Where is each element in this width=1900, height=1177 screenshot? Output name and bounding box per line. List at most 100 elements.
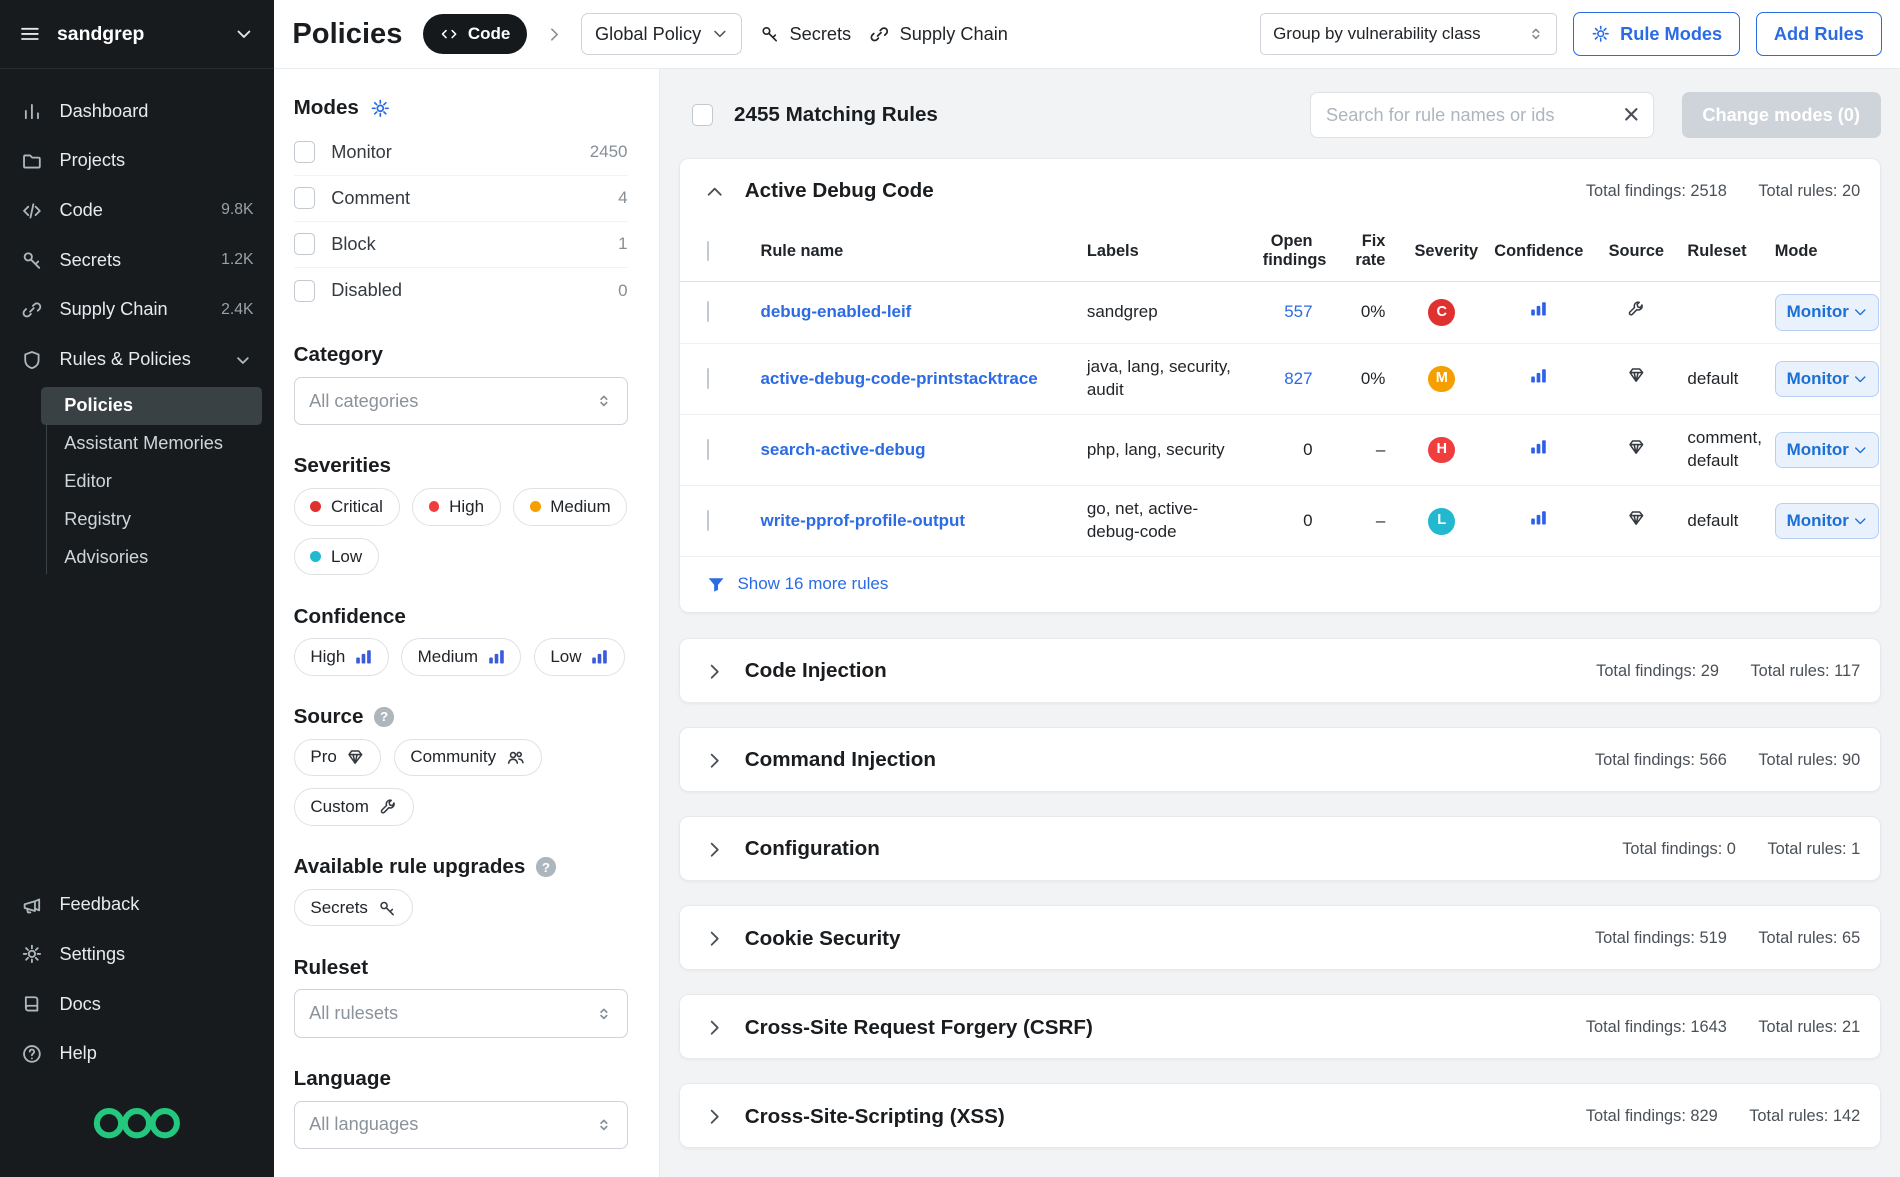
group-header[interactable]: Cookie Security Total findings: 519 Tota… bbox=[680, 906, 1879, 969]
group-header[interactable]: Cross-Site Request Forgery (CSRF) Total … bbox=[680, 995, 1879, 1058]
source-chip-pro[interactable]: Pro bbox=[294, 739, 382, 777]
severity-chip-high[interactable]: High bbox=[412, 488, 501, 526]
chip-label: Custom bbox=[310, 797, 368, 817]
chevron-up-icon[interactable] bbox=[705, 182, 724, 201]
clear-search-icon[interactable] bbox=[1621, 104, 1642, 125]
policy-select[interactable]: Global Policy bbox=[581, 13, 743, 54]
gear-icon[interactable] bbox=[370, 98, 391, 119]
mode-dropdown[interactable]: Monitor bbox=[1775, 294, 1879, 330]
rule-name-link[interactable]: debug-enabled-leif bbox=[761, 302, 912, 321]
mode-dropdown[interactable]: Monitor bbox=[1775, 503, 1879, 539]
chip-label: Medium bbox=[550, 497, 610, 517]
hamburger-menu-icon[interactable] bbox=[19, 23, 41, 45]
sidebar-item-docs[interactable]: Docs bbox=[0, 979, 274, 1029]
rule-name-link[interactable]: write-pprof-profile-output bbox=[761, 511, 966, 530]
source-chip-custom[interactable]: Custom bbox=[294, 788, 414, 826]
chevron-right-icon[interactable] bbox=[705, 662, 724, 681]
modes-title: Modes bbox=[294, 96, 359, 120]
confidence-chip-low[interactable]: Low bbox=[534, 638, 625, 676]
group-header[interactable]: Cross-Site-Scripting (XSS) Total finding… bbox=[680, 1084, 1879, 1147]
source-help-icon[interactable]: ? bbox=[374, 707, 393, 726]
group-header[interactable]: Active Debug Code Total findings: 2518 T… bbox=[680, 159, 1879, 222]
chevron-right-icon[interactable] bbox=[705, 840, 724, 859]
disabled-checkbox[interactable] bbox=[294, 280, 316, 302]
mode-label: Comment bbox=[331, 188, 410, 209]
link-icon bbox=[869, 24, 890, 45]
source-chip-community[interactable]: Community bbox=[394, 739, 542, 777]
select-all-rules-checkbox[interactable] bbox=[692, 104, 714, 126]
org-switcher[interactable]: sandgrep bbox=[0, 0, 274, 69]
select-group-checkbox[interactable] bbox=[707, 241, 709, 261]
row-checkbox[interactable] bbox=[707, 439, 709, 460]
sidebar-item-editor[interactable]: Editor bbox=[41, 463, 262, 501]
change-modes-button[interactable]: Change modes (0) bbox=[1682, 92, 1881, 138]
sidebar-item-label: Settings bbox=[59, 944, 125, 965]
ruleset: comment, default bbox=[1675, 415, 1762, 486]
sidebar-item-feedback[interactable]: Feedback bbox=[0, 880, 274, 930]
group-header[interactable]: Code Injection Total findings: 29 Total … bbox=[680, 639, 1879, 702]
rule-search-input[interactable] bbox=[1310, 92, 1653, 138]
row-checkbox[interactable] bbox=[707, 368, 709, 389]
upgrade-chip-secrets[interactable]: Secrets bbox=[294, 889, 413, 927]
add-rules-button[interactable]: Add Rules bbox=[1756, 12, 1882, 56]
upgrades-help-icon[interactable]: ? bbox=[536, 857, 555, 876]
severity-chip-critical[interactable]: Critical bbox=[294, 488, 400, 526]
sidebar-item-label: Projects bbox=[59, 150, 125, 171]
comment-checkbox[interactable] bbox=[294, 187, 316, 209]
sidebar-item-code[interactable]: Code 9.8K bbox=[0, 186, 274, 236]
sidebar-item-dashboard[interactable]: Dashboard bbox=[0, 86, 274, 136]
row-checkbox[interactable] bbox=[707, 301, 709, 322]
supply-chain-scope-link[interactable]: Supply Chain bbox=[869, 24, 1008, 45]
chevron-down-icon bbox=[1853, 305, 1868, 320]
monitor-checkbox[interactable] bbox=[294, 141, 316, 163]
chevron-right-icon[interactable] bbox=[705, 929, 724, 948]
group-header[interactable]: Command Injection Total findings: 566 To… bbox=[680, 728, 1879, 791]
language-select[interactable]: All languages bbox=[294, 1101, 628, 1150]
confidence-chip-high[interactable]: High bbox=[294, 638, 389, 676]
show-more-rules-link[interactable]: Show 16 more rules bbox=[680, 557, 1879, 612]
chevron-right-icon[interactable] bbox=[705, 1018, 724, 1037]
mode-dropdown[interactable]: Monitor bbox=[1775, 432, 1879, 468]
rule-modes-button[interactable]: Rule Modes bbox=[1573, 12, 1740, 56]
sidebar-item-secrets[interactable]: Secrets 1.2K bbox=[0, 235, 274, 285]
page-title: Policies bbox=[292, 18, 402, 51]
sidebar-item-label: Supply Chain bbox=[59, 299, 167, 320]
main-content: 2455 Matching Rules Change modes (0) Act… bbox=[660, 69, 1900, 1177]
ruleset-select[interactable]: All rulesets bbox=[294, 989, 628, 1038]
chevron-right-icon[interactable] bbox=[705, 751, 724, 770]
mode-filter-disabled: Disabled 0 bbox=[294, 268, 628, 314]
sidebar-item-advisories[interactable]: Advisories bbox=[41, 539, 262, 577]
sidebar-item-policies[interactable]: Policies bbox=[41, 387, 262, 425]
open-findings-link[interactable]: 557 bbox=[1284, 302, 1312, 321]
sidebar-item-registry[interactable]: Registry bbox=[41, 501, 262, 539]
row-checkbox[interactable] bbox=[707, 510, 709, 531]
rule-name-link[interactable]: active-debug-code-printstacktrace bbox=[761, 369, 1038, 388]
severity-chip-low[interactable]: Low bbox=[294, 538, 379, 576]
block-checkbox[interactable] bbox=[294, 233, 316, 255]
sidebar-item-settings[interactable]: Settings bbox=[0, 929, 274, 979]
open-findings-link[interactable]: 827 bbox=[1284, 369, 1312, 388]
chip-label: Pro bbox=[310, 747, 336, 767]
rule-labels: php, lang, security bbox=[1075, 415, 1251, 486]
sidebar-item-assistant-memories[interactable]: Assistant Memories bbox=[41, 425, 262, 463]
category-select-value: All categories bbox=[309, 391, 418, 412]
confidence-chip-medium[interactable]: Medium bbox=[401, 638, 522, 676]
secrets-scope-link[interactable]: Secrets bbox=[760, 24, 851, 45]
medium-dot-icon bbox=[530, 501, 541, 512]
rule-group-active-debug-code: Active Debug Code Total findings: 2518 T… bbox=[679, 158, 1880, 614]
total-findings: Total findings: 2518 bbox=[1586, 182, 1727, 201]
chevron-right-icon[interactable] bbox=[705, 1107, 724, 1126]
sidebar-item-rules-policies[interactable]: Rules & Policies bbox=[0, 335, 274, 385]
mode-value: Monitor bbox=[1787, 439, 1849, 462]
category-select[interactable]: All categories bbox=[294, 377, 628, 426]
mode-dropdown[interactable]: Monitor bbox=[1775, 361, 1879, 397]
sidebar-item-projects[interactable]: Projects bbox=[0, 136, 274, 186]
group-header[interactable]: Configuration Total findings: 0 Total ru… bbox=[680, 817, 1879, 880]
severity-chip-medium[interactable]: Medium bbox=[513, 488, 628, 526]
sidebar-item-help[interactable]: Help bbox=[0, 1029, 274, 1079]
code-scope-button[interactable]: Code bbox=[423, 14, 527, 54]
severity-badge: M bbox=[1428, 366, 1455, 393]
group-by-select[interactable]: Group by vulnerability class bbox=[1260, 13, 1557, 54]
rule-name-link[interactable]: search-active-debug bbox=[761, 440, 926, 459]
sidebar-item-supply-chain[interactable]: Supply Chain 2.4K bbox=[0, 285, 274, 335]
